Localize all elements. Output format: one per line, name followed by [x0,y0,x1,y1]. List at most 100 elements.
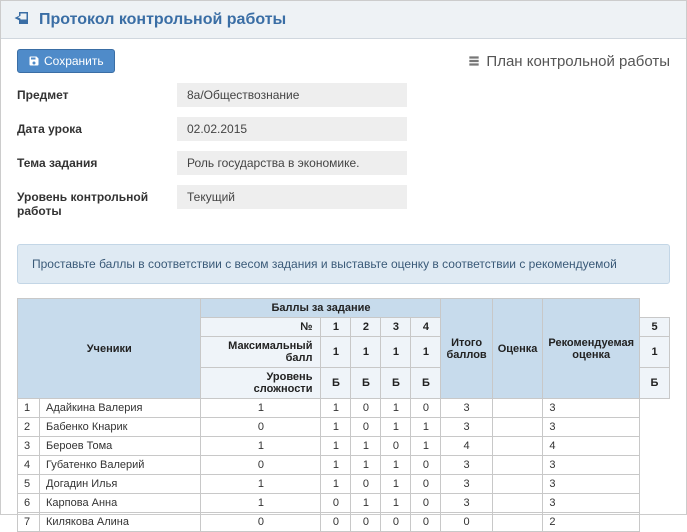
total-cell: 3 [441,494,492,513]
score-cell[interactable]: 1 [381,494,411,513]
score-cell[interactable]: 0 [411,456,441,475]
grade-cell[interactable] [492,513,543,532]
save-button[interactable]: Сохранить [17,49,115,73]
score-cell[interactable]: 1 [201,475,321,494]
score-cell[interactable]: 1 [381,456,411,475]
toolbar: Сохранить План контрольной работы [1,39,686,79]
total-cell: 3 [441,418,492,437]
row-number: 3 [18,437,40,456]
grade-cell[interactable] [492,418,543,437]
score-cell[interactable]: 1 [351,494,381,513]
th-max-3: 1 [381,337,411,368]
score-cell[interactable]: 0 [411,494,441,513]
score-cell[interactable]: 1 [411,418,441,437]
score-cell[interactable]: 1 [321,399,351,418]
table-row: 2Бабенко Кнарик0101133 [18,418,670,437]
score-cell[interactable]: 0 [411,475,441,494]
th-total: Итого баллов [441,299,492,399]
subject-value: 8а/Обществознание [177,83,407,107]
score-cell[interactable]: 1 [321,437,351,456]
score-cell[interactable]: 1 [201,437,321,456]
score-cell[interactable]: 0 [411,399,441,418]
date-value: 02.02.2015 [177,117,407,141]
save-icon [28,55,40,67]
table-row: 5Догадин Илья1101033 [18,475,670,494]
th-col-3: 3 [381,318,411,337]
score-cell[interactable]: 0 [201,456,321,475]
student-name: Бероев Тома [40,437,201,456]
table-row: 7Килякова Алина0000002 [18,513,670,532]
th-task-scores: Баллы за задание [201,299,441,318]
score-cell[interactable]: 1 [321,475,351,494]
table-row: 4Губатенко Валерий0111033 [18,456,670,475]
table-row: 6Карпова Анна1011033 [18,494,670,513]
score-cell[interactable]: 0 [381,437,411,456]
score-cell[interactable]: 0 [201,513,321,532]
student-name: Килякова Алина [40,513,201,532]
back-icon[interactable] [13,9,31,30]
score-cell[interactable]: 1 [381,418,411,437]
score-cell[interactable]: 0 [201,418,321,437]
page-header: Протокол контрольной работы [1,1,686,39]
score-cell[interactable]: 0 [381,513,411,532]
recommended-cell: 3 [543,475,640,494]
row-number: 1 [18,399,40,418]
th-diff-5: Б [640,368,670,399]
score-cell[interactable]: 0 [321,494,351,513]
recommended-cell: 3 [543,494,640,513]
th-col-2: 2 [351,318,381,337]
th-diff-3: Б [381,368,411,399]
score-cell[interactable]: 0 [351,513,381,532]
recommended-cell: 3 [543,456,640,475]
score-cell[interactable]: 0 [351,418,381,437]
score-cell[interactable]: 0 [321,513,351,532]
table-row: 1Адайкина Валерия1101033 [18,399,670,418]
th-grade: Оценка [492,299,543,399]
th-max-5: 1 [640,337,670,368]
score-cell[interactable]: 1 [381,475,411,494]
grade-cell[interactable] [492,494,543,513]
plan-icon [467,54,481,68]
score-cell[interactable]: 1 [351,437,381,456]
score-cell[interactable]: 1 [321,418,351,437]
th-max-1: 1 [321,337,351,368]
grade-cell[interactable] [492,475,543,494]
plan-link[interactable]: План контрольной работы [467,53,670,70]
score-cell[interactable]: 1 [201,399,321,418]
score-cell[interactable]: 0 [351,475,381,494]
row-number: 5 [18,475,40,494]
row-number: 4 [18,456,40,475]
row-number: 6 [18,494,40,513]
recommended-cell: 3 [543,399,640,418]
student-name: Карпова Анна [40,494,201,513]
th-max-4: 1 [411,337,441,368]
th-max-2: 1 [351,337,381,368]
th-diff-2: Б [351,368,381,399]
grade-cell[interactable] [492,437,543,456]
th-diff-4: Б [411,368,441,399]
th-col-1: 1 [321,318,351,337]
grades-table: Ученики Баллы за задание Итого баллов Оц… [17,298,670,532]
grade-cell[interactable] [492,399,543,418]
score-cell[interactable]: 1 [201,494,321,513]
score-cell[interactable]: 1 [321,456,351,475]
grade-cell[interactable] [492,456,543,475]
topic-label: Тема задания [17,151,177,170]
level-label: Уровень контрольной работы [17,185,177,218]
score-cell[interactable]: 0 [411,513,441,532]
total-cell: 4 [441,437,492,456]
form-area: Предмет 8а/Обществознание Дата урока 02.… [1,79,686,236]
date-label: Дата урока [17,117,177,136]
score-cell[interactable]: 1 [411,437,441,456]
total-cell: 3 [441,475,492,494]
student-name: Догадин Илья [40,475,201,494]
student-name: Губатенко Валерий [40,456,201,475]
score-cell[interactable]: 1 [381,399,411,418]
score-cell[interactable]: 1 [351,456,381,475]
total-cell: 0 [441,513,492,532]
level-value: Текущий [177,185,407,209]
score-cell[interactable]: 0 [351,399,381,418]
save-button-label: Сохранить [44,54,104,68]
total-cell: 3 [441,456,492,475]
grades-table-wrap: Ученики Баллы за задание Итого баллов Оц… [1,298,686,532]
